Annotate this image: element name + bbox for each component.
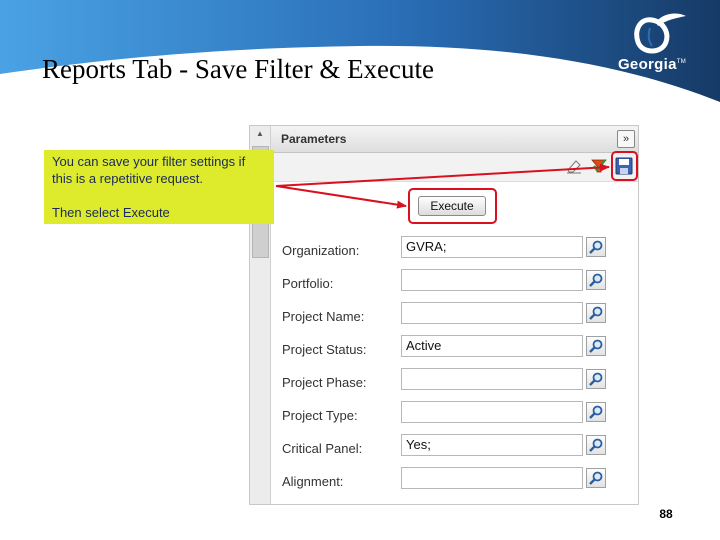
- field-label: Organization:: [282, 243, 360, 258]
- magnifier-icon[interactable]: [586, 237, 606, 257]
- parameters-toolbar: [271, 153, 638, 182]
- logo-wordmark: GeorgiaTM: [617, 56, 687, 73]
- scroll-up-arrow-icon[interactable]: ▲: [253, 128, 267, 140]
- double-chevron-right-icon[interactable]: »: [617, 130, 635, 148]
- field-row-organization: Organization: GVRA;: [271, 234, 638, 264]
- page-number: 88: [659, 507, 673, 521]
- callout-line-save: You can save your filter settings if thi…: [52, 154, 246, 186]
- project-type-input[interactable]: [401, 401, 583, 423]
- field-label: Project Phase:: [282, 375, 367, 390]
- critical-panel-input[interactable]: Yes;: [401, 434, 583, 456]
- instruction-callout: You can save your filter settings if thi…: [44, 150, 274, 224]
- portfolio-input[interactable]: [401, 269, 583, 291]
- field-label: Alignment:: [282, 474, 344, 489]
- organization-input[interactable]: GVRA;: [401, 236, 583, 258]
- parameters-title: Parameters: [281, 132, 347, 146]
- field-row-critical-panel: Critical Panel: Yes;: [271, 432, 638, 462]
- field-row-project-phase: Project Phase:: [271, 366, 638, 396]
- field-row-project-name: Project Name:: [271, 300, 638, 330]
- project-status-input[interactable]: Active: [401, 335, 583, 357]
- field-label: Portfolio:: [282, 276, 334, 291]
- magnifier-icon[interactable]: [586, 336, 606, 356]
- georgia-peach-logo-icon: [634, 13, 686, 54]
- project-name-input[interactable]: [401, 302, 583, 324]
- field-row-alignment: Alignment:: [271, 465, 638, 495]
- alignment-input[interactable]: [401, 467, 583, 489]
- field-row-project-type: Project Type:: [271, 399, 638, 429]
- magnifier-icon[interactable]: [586, 402, 606, 422]
- slide-title: Reports Tab - Save Filter & Execute: [42, 54, 435, 84]
- filter-check-icon[interactable]: [590, 157, 608, 175]
- georgia-logo: GeorgiaTM: [612, 12, 692, 78]
- callout-line-execute: Then select Execute: [52, 205, 170, 220]
- magnifier-icon[interactable]: [586, 303, 606, 323]
- parameters-header: Parameters »: [271, 126, 638, 153]
- field-label: Project Name:: [282, 309, 365, 324]
- magnifier-icon[interactable]: [586, 369, 606, 389]
- field-row-portfolio: Portfolio:: [271, 267, 638, 297]
- field-label: Critical Panel:: [282, 441, 363, 456]
- save-highlight-box: [611, 151, 638, 181]
- project-phase-input[interactable]: [401, 368, 583, 390]
- magnifier-icon[interactable]: [586, 435, 606, 455]
- eraser-icon[interactable]: [565, 157, 583, 175]
- magnifier-icon[interactable]: [586, 270, 606, 290]
- magnifier-icon[interactable]: [586, 468, 606, 488]
- field-row-project-status: Project Status: Active: [271, 333, 638, 363]
- field-label: Project Type:: [282, 408, 358, 423]
- execute-highlight-box: [408, 188, 497, 224]
- field-label: Project Status:: [282, 342, 367, 357]
- parameters-panel-screenshot: ▲ Parameters » Execute Organization: GVR…: [249, 125, 639, 505]
